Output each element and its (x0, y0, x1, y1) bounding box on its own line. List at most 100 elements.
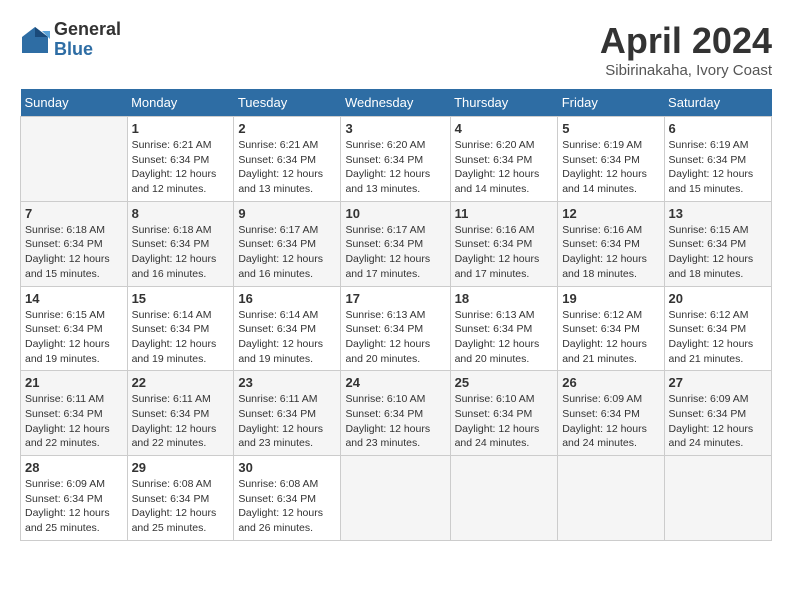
day-number: 27 (669, 375, 767, 390)
calendar-cell: 24 Sunrise: 6:10 AMSunset: 6:34 PMDayligh… (341, 371, 450, 456)
calendar-header-saturday: Saturday (664, 89, 771, 117)
day-number: 18 (455, 291, 554, 306)
calendar-cell: 23 Sunrise: 6:11 AMSunset: 6:34 PMDayligh… (234, 371, 341, 456)
calendar-cell: 25 Sunrise: 6:10 AMSunset: 6:34 PMDayligh… (450, 371, 558, 456)
day-info: Sunrise: 6:15 AMSunset: 6:34 PMDaylight:… (25, 308, 123, 367)
day-info: Sunrise: 6:10 AMSunset: 6:34 PMDaylight:… (455, 392, 554, 451)
calendar-cell: 1 Sunrise: 6:21 AMSunset: 6:34 PMDaylight… (127, 117, 234, 202)
logo-icon (20, 25, 50, 55)
day-number: 26 (562, 375, 659, 390)
calendar-cell: 17Sunrise: 6:13 AMSunset: 6:34 PMDayligh… (341, 286, 450, 371)
day-number: 25 (455, 375, 554, 390)
day-info: Sunrise: 6:18 AMSunset: 6:34 PMDaylight:… (132, 223, 230, 282)
calendar-cell (341, 456, 450, 541)
logo-blue-text: Blue (54, 40, 121, 60)
calendar-week-row: 28 Sunrise: 6:09 AMSunset: 6:34 PMDayligh… (21, 456, 772, 541)
calendar-cell: 21Sunrise: 6:11 AMSunset: 6:34 PMDayligh… (21, 371, 128, 456)
month-title: April 2024 (600, 20, 772, 62)
day-number: 24 (345, 375, 445, 390)
day-info: Sunrise: 6:17 AMSunset: 6:34 PMDaylight:… (238, 223, 336, 282)
calendar-header-friday: Friday (558, 89, 664, 117)
calendar-cell: 6Sunrise: 6:19 AMSunset: 6:34 PMDaylight… (664, 117, 771, 202)
calendar-week-row: 14 Sunrise: 6:15 AMSunset: 6:34 PMDayligh… (21, 286, 772, 371)
calendar-cell: 11Sunrise: 6:16 AMSunset: 6:34 PMDayligh… (450, 201, 558, 286)
day-info: Sunrise: 6:14 AMSunset: 6:34 PMDaylight:… (132, 308, 230, 367)
day-number: 8 (132, 206, 230, 221)
day-info: Sunrise: 6:08 AMSunset: 6:34 PMDaylight:… (238, 477, 336, 536)
calendar-cell: 22Sunrise: 6:11 AMSunset: 6:34 PMDayligh… (127, 371, 234, 456)
day-info: Sunrise: 6:16 AMSunset: 6:34 PMDaylight:… (455, 223, 554, 282)
day-number: 2 (238, 121, 336, 136)
calendar-cell: 8 Sunrise: 6:18 AMSunset: 6:34 PMDaylight… (127, 201, 234, 286)
calendar-cell (21, 117, 128, 202)
calendar-cell: 15 Sunrise: 6:14 AMSunset: 6:34 PMDayligh… (127, 286, 234, 371)
day-info: Sunrise: 6:21 AMSunset: 6:34 PMDaylight:… (132, 138, 230, 197)
calendar-week-row: 1 Sunrise: 6:21 AMSunset: 6:34 PMDaylight… (21, 117, 772, 202)
day-number: 1 (132, 121, 230, 136)
day-number: 29 (132, 460, 230, 475)
day-number: 16 (238, 291, 336, 306)
calendar-header-wednesday: Wednesday (341, 89, 450, 117)
calendar-cell: 28 Sunrise: 6:09 AMSunset: 6:34 PMDayligh… (21, 456, 128, 541)
calendar-cell: 14 Sunrise: 6:15 AMSunset: 6:34 PMDayligh… (21, 286, 128, 371)
calendar-cell: 16 Sunrise: 6:14 AMSunset: 6:34 PMDayligh… (234, 286, 341, 371)
page-header: General Blue April 2024 Sibirinakaha, Iv… (20, 20, 772, 79)
calendar-cell: 7 Sunrise: 6:18 AMSunset: 6:34 PMDaylight… (21, 201, 128, 286)
day-info: Sunrise: 6:17 AMSunset: 6:34 PMDaylight:… (345, 223, 445, 282)
day-number: 20 (669, 291, 767, 306)
calendar-header-tuesday: Tuesday (234, 89, 341, 117)
day-number: 12 (562, 206, 659, 221)
day-info: Sunrise: 6:11 AMSunset: 6:34 PMDaylight:… (238, 392, 336, 451)
day-number: 14 (25, 291, 123, 306)
calendar-week-row: 21Sunrise: 6:11 AMSunset: 6:34 PMDayligh… (21, 371, 772, 456)
day-info: Sunrise: 6:16 AMSunset: 6:34 PMDaylight:… (562, 223, 659, 282)
day-info: Sunrise: 6:09 AMSunset: 6:34 PMDaylight:… (25, 477, 123, 536)
calendar-week-row: 7 Sunrise: 6:18 AMSunset: 6:34 PMDaylight… (21, 201, 772, 286)
calendar-cell: 9Sunrise: 6:17 AMSunset: 6:34 PMDaylight… (234, 201, 341, 286)
calendar-cell: 30 Sunrise: 6:08 AMSunset: 6:34 PMDayligh… (234, 456, 341, 541)
day-info: Sunrise: 6:12 AMSunset: 6:34 PMDaylight:… (562, 308, 659, 367)
calendar-cell (450, 456, 558, 541)
day-number: 30 (238, 460, 336, 475)
day-info: Sunrise: 6:11 AMSunset: 6:34 PMDaylight:… (25, 392, 123, 451)
calendar-cell: 10Sunrise: 6:17 AMSunset: 6:34 PMDayligh… (341, 201, 450, 286)
logo: General Blue (20, 20, 121, 60)
calendar-cell: 18 Sunrise: 6:13 AMSunset: 6:34 PMDayligh… (450, 286, 558, 371)
day-info: Sunrise: 6:10 AMSunset: 6:34 PMDaylight:… (345, 392, 445, 451)
calendar-header-monday: Monday (127, 89, 234, 117)
day-info: Sunrise: 6:19 AMSunset: 6:34 PMDaylight:… (669, 138, 767, 197)
day-number: 7 (25, 206, 123, 221)
day-info: Sunrise: 6:15 AMSunset: 6:34 PMDaylight:… (669, 223, 767, 282)
calendar-cell (558, 456, 664, 541)
day-info: Sunrise: 6:13 AMSunset: 6:34 PMDaylight:… (455, 308, 554, 367)
calendar-header-row: SundayMondayTuesdayWednesdayThursdayFrid… (21, 89, 772, 117)
day-number: 28 (25, 460, 123, 475)
day-info: Sunrise: 6:14 AMSunset: 6:34 PMDaylight:… (238, 308, 336, 367)
calendar-cell: 3 Sunrise: 6:20 AMSunset: 6:34 PMDaylight… (341, 117, 450, 202)
day-info: Sunrise: 6:20 AMSunset: 6:34 PMDaylight:… (455, 138, 554, 197)
day-info: Sunrise: 6:09 AMSunset: 6:34 PMDaylight:… (562, 392, 659, 451)
day-number: 5 (562, 121, 659, 136)
calendar-cell: 12 Sunrise: 6:16 AMSunset: 6:34 PMDayligh… (558, 201, 664, 286)
day-number: 3 (345, 121, 445, 136)
logo-general-text: General (54, 20, 121, 40)
day-number: 15 (132, 291, 230, 306)
calendar-header-sunday: Sunday (21, 89, 128, 117)
day-info: Sunrise: 6:13 AMSunset: 6:34 PMDaylight:… (345, 308, 445, 367)
day-number: 19 (562, 291, 659, 306)
day-number: 22 (132, 375, 230, 390)
title-section: April 2024 Sibirinakaha, Ivory Coast (600, 20, 772, 79)
calendar-cell: 5Sunrise: 6:19 AMSunset: 6:34 PMDaylight… (558, 117, 664, 202)
day-info: Sunrise: 6:21 AMSunset: 6:34 PMDaylight:… (238, 138, 336, 197)
day-number: 13 (669, 206, 767, 221)
logo-text: General Blue (54, 20, 121, 60)
calendar-cell: 2 Sunrise: 6:21 AMSunset: 6:34 PMDaylight… (234, 117, 341, 202)
calendar-header-thursday: Thursday (450, 89, 558, 117)
day-info: Sunrise: 6:08 AMSunset: 6:34 PMDaylight:… (132, 477, 230, 536)
day-info: Sunrise: 6:18 AMSunset: 6:34 PMDaylight:… (25, 223, 123, 282)
day-number: 23 (238, 375, 336, 390)
calendar-cell (664, 456, 771, 541)
day-info: Sunrise: 6:20 AMSunset: 6:34 PMDaylight:… (345, 138, 445, 197)
calendar-cell: 27Sunrise: 6:09 AMSunset: 6:34 PMDayligh… (664, 371, 771, 456)
calendar-cell: 20Sunrise: 6:12 AMSunset: 6:34 PMDayligh… (664, 286, 771, 371)
